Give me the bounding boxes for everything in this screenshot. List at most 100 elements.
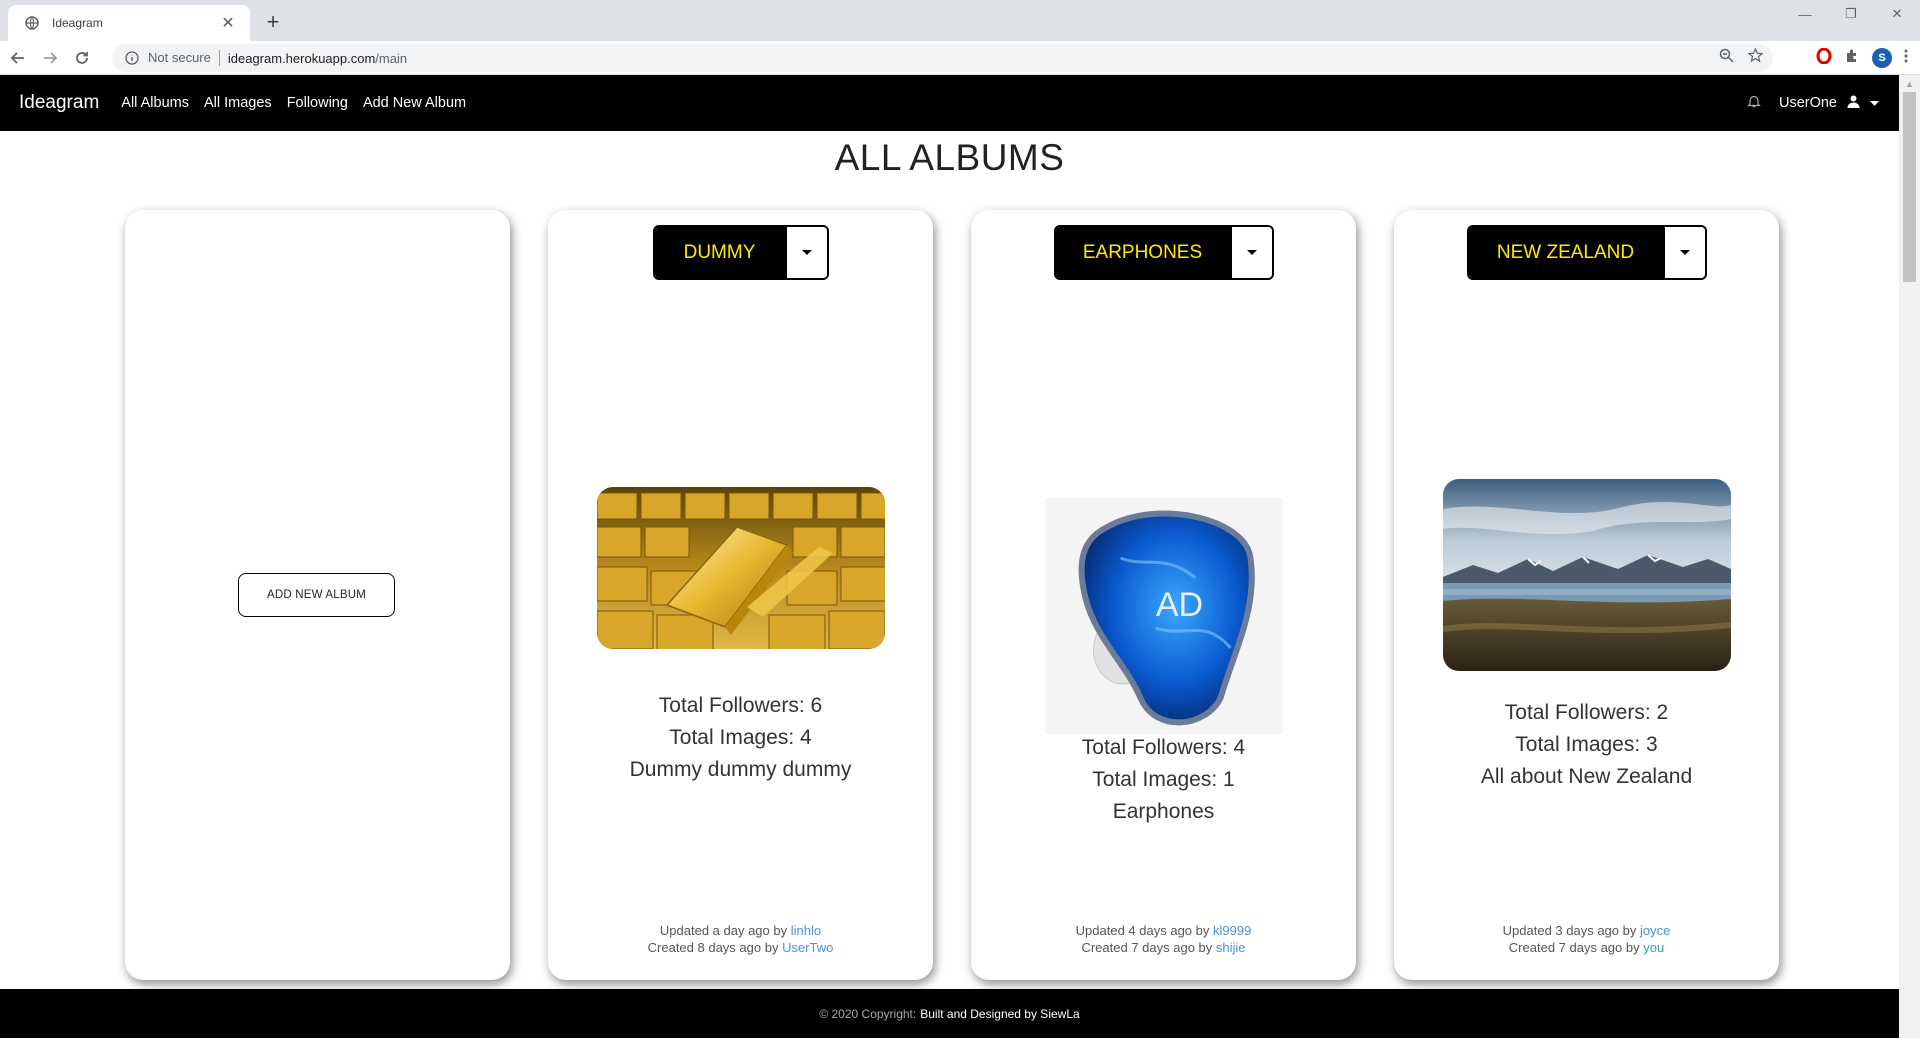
created-line: Created 7 days ago by you: [1394, 939, 1779, 956]
nav-all-images[interactable]: All Images: [204, 95, 272, 111]
opera-extension-icon[interactable]: [1816, 47, 1832, 69]
address-bar[interactable]: Not secure ideagram.herokuapp.com/main: [112, 44, 1773, 72]
updated-text: Updated a day ago by: [659, 923, 791, 938]
window-controls: — ❐ ✕: [1782, 0, 1920, 28]
nav-add-new-album[interactable]: Add New Album: [363, 95, 466, 111]
earphone-brand-logo: AD: [1155, 586, 1202, 624]
album-stats: Total Followers: 2 Total Images: 3 All a…: [1394, 697, 1779, 793]
created-by-link[interactable]: UserTwo: [782, 940, 833, 955]
updated-line: Updated a day ago by linhlo: [548, 922, 933, 939]
album-button-group: EARPHONES: [1053, 225, 1274, 280]
browser-tabstrip: Ideagram ✕ + — ❐ ✕: [0, 0, 1920, 41]
copyright-text: © 2020 Copyright:: [819, 1006, 917, 1021]
site-navbar: Ideagram All Albums All Images Following…: [0, 75, 1899, 131]
album-dropdown-toggle[interactable]: [784, 227, 827, 278]
album-button-group: DUMMY: [652, 225, 829, 280]
updated-text: Updated 3 days ago by: [1502, 923, 1640, 938]
tab-title: Ideagram: [52, 16, 103, 30]
page-scrollbar[interactable]: ▲: [1899, 75, 1920, 1038]
nav-following[interactable]: Following: [287, 95, 348, 111]
window-close-icon[interactable]: ✕: [1874, 0, 1920, 28]
album-meta: Updated 4 days ago by kl9999 Created 7 d…: [971, 922, 1356, 956]
omnibox-actions: [1719, 44, 1764, 72]
user-area: UserOne: [1747, 75, 1879, 131]
album-dropdown-toggle[interactable]: [1662, 227, 1705, 278]
bookmark-star-icon[interactable]: [1747, 47, 1764, 68]
album-card-new-zealand: NEW ZEALAND Total Followers: 2 Total Ima…: [1394, 210, 1779, 980]
updated-line: Updated 4 days ago by kl9999: [971, 922, 1356, 939]
zoom-icon[interactable]: [1719, 48, 1734, 68]
updated-text: Updated 4 days ago by: [1075, 923, 1213, 938]
album-meta: Updated 3 days ago by joyce Created 7 da…: [1394, 922, 1779, 956]
created-text: Created 7 days ago by: [1508, 940, 1644, 955]
back-icon[interactable]: [4, 44, 32, 72]
new-tab-icon[interactable]: +: [259, 8, 287, 36]
scroll-up-icon[interactable]: ▲: [1899, 75, 1920, 92]
add-new-album-button[interactable]: ADD NEW ALBUM: [238, 573, 395, 617]
album-dropdown-toggle[interactable]: [1229, 227, 1272, 278]
restore-icon[interactable]: ❐: [1828, 0, 1874, 28]
total-followers: Total Followers: 4: [1081, 736, 1246, 759]
site-footer: © 2020 Copyright: Built and Designed by …: [0, 989, 1899, 1038]
album-cover-gold-bars[interactable]: [596, 487, 885, 649]
album-card-dummy: DUMMY Total Followers: 6 Total Images: 4…: [548, 210, 933, 980]
brand-logo[interactable]: Ideagram: [19, 92, 99, 114]
album-description: All about New Zealand: [1480, 765, 1693, 788]
album-description: Dummy dummy dummy: [629, 758, 852, 781]
add-album-card: ADD NEW ALBUM: [125, 210, 510, 980]
updated-by-link[interactable]: linhlo: [791, 923, 821, 938]
footer-credit: Built and Designed by SiewLa: [920, 1006, 1080, 1021]
browser-tab[interactable]: Ideagram ✕: [8, 5, 250, 41]
globe-icon: [24, 15, 40, 31]
caret-down-icon: [1679, 250, 1690, 255]
tab-close-icon[interactable]: ✕: [218, 13, 238, 33]
total-images: Total Images: 4: [669, 726, 812, 749]
total-images: Total Images: 1: [1092, 768, 1235, 791]
scroll-thumb[interactable]: [1903, 92, 1916, 282]
nav-all-albums[interactable]: All Albums: [121, 95, 189, 111]
created-line: Created 7 days ago by shijie: [971, 939, 1356, 956]
bell-icon[interactable]: [1747, 94, 1761, 112]
updated-line: Updated 3 days ago by joyce: [1394, 922, 1779, 939]
album-description: Earphones: [1112, 800, 1215, 823]
album-name-button[interactable]: NEW ZEALAND: [1468, 227, 1663, 278]
not-secure-label: Not secure: [148, 50, 220, 66]
reload-icon[interactable]: [68, 44, 96, 72]
total-followers: Total Followers: 2: [1504, 701, 1669, 724]
total-followers: Total Followers: 6: [658, 694, 823, 717]
album-name-button[interactable]: DUMMY: [654, 227, 785, 278]
forward-icon[interactable]: [36, 44, 64, 72]
extension-icons: S: [1816, 41, 1920, 75]
profile-avatar[interactable]: S: [1872, 48, 1892, 68]
page-viewport: Ideagram All Albums All Images Following…: [0, 75, 1920, 1038]
page-title: ALL ALBUMS: [834, 137, 1065, 178]
created-by-link[interactable]: shijie: [1216, 940, 1246, 955]
caret-down-icon: [1246, 250, 1257, 255]
updated-by-link[interactable]: joyce: [1640, 923, 1670, 938]
album-stats: Total Followers: 4 Total Images: 1 Earph…: [971, 732, 1356, 828]
album-cover-earphone[interactable]: AD: [1045, 498, 1282, 734]
album-name-button[interactable]: EARPHONES: [1055, 227, 1230, 278]
browser-toolbar: Not secure ideagram.herokuapp.com/main S: [0, 41, 1920, 75]
created-text: Created 8 days ago by: [647, 940, 783, 955]
minimize-icon[interactable]: —: [1782, 0, 1828, 28]
info-icon[interactable]: [124, 50, 140, 66]
updated-by-link[interactable]: kl9999: [1213, 923, 1251, 938]
album-button-group: NEW ZEALAND: [1466, 225, 1707, 280]
url-host: ideagram.herokuapp.com: [227, 50, 376, 66]
caret-down-icon: [801, 250, 812, 255]
album-stats: Total Followers: 6 Total Images: 4 Dummy…: [548, 690, 933, 786]
user-dropdown-caret-icon[interactable]: [1870, 95, 1879, 111]
username[interactable]: UserOne: [1779, 95, 1837, 111]
album-meta: Updated a day ago by linhlo Created 8 da…: [548, 922, 933, 956]
album-card-earphones: EARPHONES AD Total Followers: 4 Total Im…: [971, 210, 1356, 980]
total-images: Total Images: 3: [1515, 733, 1658, 756]
album-cover-landscape[interactable]: [1442, 479, 1731, 671]
created-text: Created 7 days ago by: [1081, 940, 1216, 955]
browser-menu-icon[interactable]: [1904, 48, 1908, 69]
extensions-puzzle-icon[interactable]: [1844, 48, 1860, 69]
url-text: ideagram.herokuapp.com/main: [228, 51, 407, 66]
user-icon[interactable]: [1847, 95, 1860, 112]
created-line: Created 8 days ago by UserTwo: [548, 939, 933, 956]
created-by-link[interactable]: you: [1643, 940, 1664, 955]
